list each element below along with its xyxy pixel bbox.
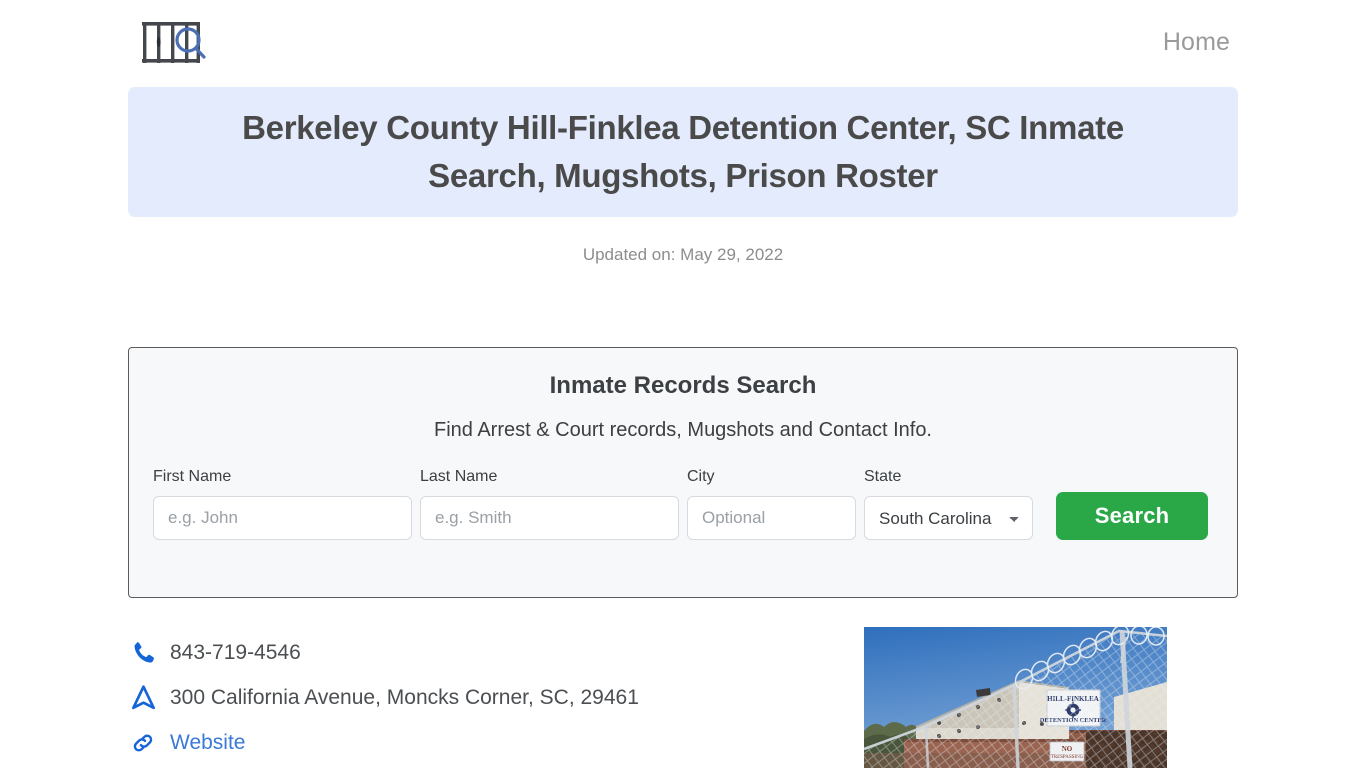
facility-phone: 843-719-4546 xyxy=(170,640,301,664)
last-name-input[interactable] xyxy=(420,496,679,540)
contact-row-website: Website xyxy=(128,720,848,765)
page-title: Berkeley County Hill-Finklea Detention C… xyxy=(242,109,1124,194)
last-updated-text: Updated on: May 29, 2022 xyxy=(582,245,784,264)
main-navigation: Home xyxy=(1163,28,1230,57)
first-name-label: First Name xyxy=(153,468,232,485)
search-form: First Name Last Name City State South Ca… xyxy=(129,442,1237,540)
inmate-search-card: Inmate Records Search Find Arrest & Cour… xyxy=(128,347,1238,598)
facility-address: 300 California Avenue, Moncks Corner, SC… xyxy=(170,685,639,709)
first-name-input[interactable] xyxy=(153,496,412,540)
facility-contact-block: 843-719-4546 300 California Avenue, Monc… xyxy=(128,630,848,765)
facility-photo: HILL-FINKLEA DETENTION CENTER NO TRESPAS… xyxy=(864,627,1167,768)
phone-icon-glyph xyxy=(134,641,154,663)
state-label: State xyxy=(864,468,902,485)
contact-row-phone: 843-719-4546 xyxy=(128,630,848,675)
navigation-arrow-icon xyxy=(128,683,158,713)
link-icon xyxy=(128,728,158,758)
city-input[interactable] xyxy=(687,496,856,540)
search-card-subtitle: Find Arrest & Court records, Mugshots an… xyxy=(433,419,932,441)
search-card-title: Inmate Records Search xyxy=(549,372,817,399)
navigation-arrow-icon-glyph xyxy=(131,685,155,710)
page-root: Home Berkeley County Hill-Finklea Detent… xyxy=(0,0,1366,768)
last-name-field-group: Last Name xyxy=(420,468,679,540)
city-field-group: City xyxy=(687,468,856,540)
first-name-field-group: First Name xyxy=(153,468,412,540)
site-header: Home xyxy=(0,0,1366,84)
link-icon-glyph xyxy=(133,734,153,751)
prison-bars-search-logo[interactable] xyxy=(140,18,212,66)
prison-bars-search-logo-icon xyxy=(142,22,206,63)
contact-row-address: 300 California Avenue, Moncks Corner, SC… xyxy=(128,675,848,720)
facility-website-link[interactable]: Website xyxy=(170,731,245,755)
phone-icon xyxy=(128,638,158,668)
search-button[interactable]: Search xyxy=(1056,492,1208,540)
nav-link-home[interactable]: Home xyxy=(1163,28,1230,57)
page-title-banner: Berkeley County Hill-Finklea Detention C… xyxy=(128,87,1238,217)
city-label: City xyxy=(687,468,715,485)
last-name-label: Last Name xyxy=(420,468,498,485)
state-select[interactable]: South Carolina xyxy=(864,496,1033,540)
state-field-group: State South Carolina xyxy=(864,468,1033,540)
facility-photo-image: HILL-FINKLEA DETENTION CENTER NO TRESPAS… xyxy=(864,627,1167,768)
